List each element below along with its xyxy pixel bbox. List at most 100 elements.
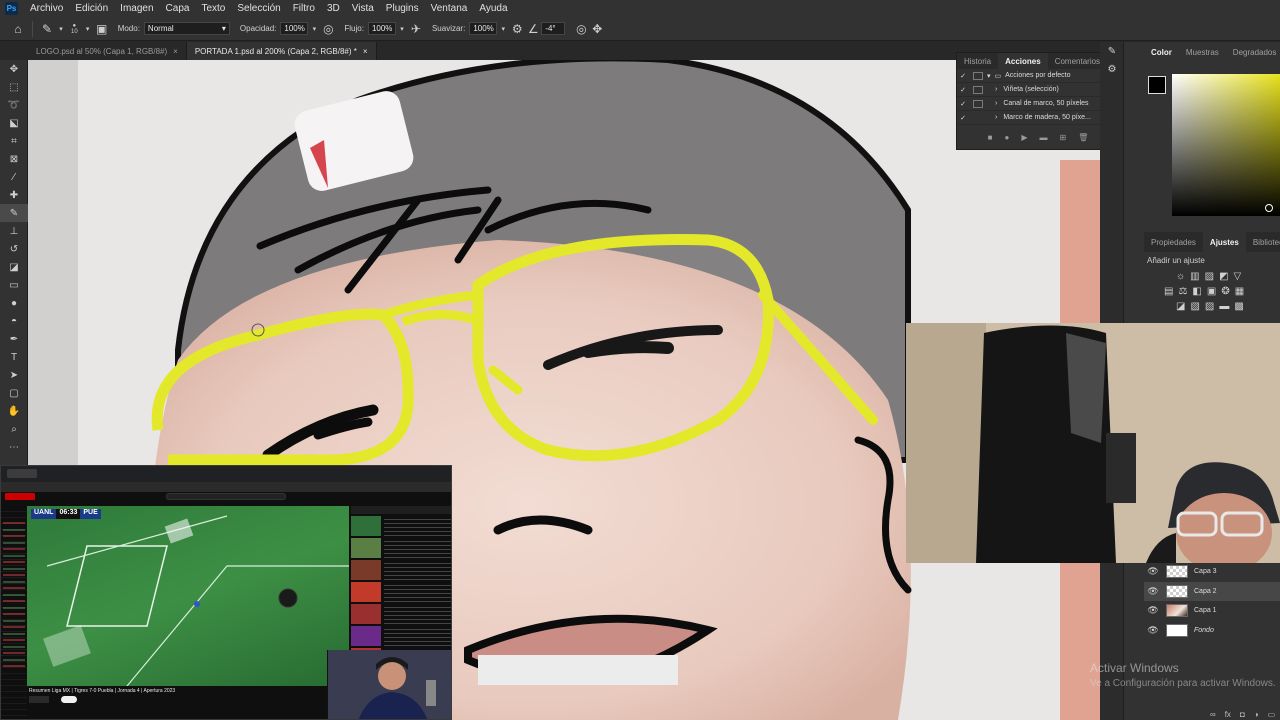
chevron-right-icon[interactable]: › [995, 100, 997, 107]
brush-settings-icon[interactable]: ▣ [94, 21, 110, 37]
tab-propiedades[interactable]: Propiedades [1144, 232, 1203, 252]
mode-select[interactable]: Normal ▾ [143, 22, 230, 35]
layer-row[interactable]: 👁 Fondo [1144, 621, 1280, 641]
smoothing-input[interactable]: 100% [469, 22, 498, 35]
adjustment-layer-icon[interactable]: ◑ [1254, 710, 1259, 719]
foreground-color-swatch[interactable] [1148, 76, 1166, 94]
group-icon[interactable]: ▭ [1268, 710, 1276, 719]
subscribe-button[interactable] [61, 696, 77, 703]
brush-size-preview[interactable]: ● 10 [71, 23, 78, 35]
record-icon[interactable]: ● [1004, 133, 1009, 142]
dialog-toggle-icon[interactable] [973, 99, 983, 108]
check-icon[interactable]: ✓ [957, 86, 969, 94]
stop-icon[interactable]: ■ [988, 133, 993, 142]
menu-plugins[interactable]: Plugins [380, 3, 425, 14]
posterize-icon[interactable]: ▧ [1190, 301, 1199, 312]
tab-ajustes[interactable]: Ajustes [1202, 232, 1246, 252]
tab-logo[interactable]: LOGO.psd al 50% (Capa 1, RGB/8#) × [28, 42, 187, 60]
chevron-down-icon[interactable]: ▾ [396, 21, 408, 37]
crop-tool-icon[interactable]: ⌗ [0, 132, 28, 150]
menu-vista[interactable]: Vista [346, 3, 380, 14]
video-player[interactable] [27, 506, 349, 687]
menu-3d[interactable]: 3D [321, 3, 346, 14]
menu-capa[interactable]: Capa [160, 3, 196, 14]
threshold-icon[interactable]: ▨ [1205, 301, 1214, 312]
eraser-tool-icon[interactable]: ◪ [0, 258, 28, 276]
invert-icon[interactable]: ◪ [1176, 301, 1185, 312]
levels-icon[interactable]: ▥ [1190, 271, 1199, 282]
curves-icon[interactable]: ▨ [1205, 271, 1214, 282]
frame-tool-icon[interactable]: ⊠ [0, 150, 28, 168]
action-row[interactable]: ✓ › Viñeta (selección) [957, 83, 1119, 97]
color-balance-icon[interactable]: ⚖ [1178, 286, 1187, 297]
angle-input[interactable]: -4° [541, 22, 566, 35]
path-select-tool-icon[interactable]: ➤ [0, 366, 28, 384]
pressure-opacity-icon[interactable]: ◎ [320, 21, 336, 37]
menu-imagen[interactable]: Imagen [114, 3, 159, 14]
type-tool-icon[interactable]: T [0, 348, 28, 366]
more-tools-icon[interactable]: ⋯ [0, 438, 28, 456]
hand-tool-icon[interactable]: ✋ [0, 402, 28, 420]
hue-saturation-icon[interactable]: ▤ [1164, 286, 1173, 297]
chevron-down-icon[interactable]: ▾ [82, 21, 94, 37]
layer-row[interactable]: 👁 Capa 2 [1144, 581, 1280, 601]
healing-brush-tool-icon[interactable]: ✚ [0, 186, 28, 204]
mask-icon[interactable]: ◘ [1240, 710, 1245, 719]
color-picker-handle[interactable] [1265, 204, 1273, 212]
eye-icon[interactable]: 👁 [1144, 586, 1162, 597]
home-icon[interactable]: ⌂ [10, 21, 26, 37]
tab-acciones[interactable]: Acciones [998, 53, 1048, 69]
chevron-down-icon[interactable]: ▾ [308, 21, 320, 37]
recommendation-item[interactable] [351, 538, 451, 558]
tab-muestras[interactable]: Muestras [1179, 42, 1226, 62]
recommendation-item[interactable] [351, 626, 451, 646]
check-icon[interactable]: ✓ [957, 100, 969, 108]
dialog-toggle-icon[interactable] [973, 71, 983, 80]
trash-icon[interactable]: 🗑 [1078, 133, 1088, 142]
action-set-row[interactable]: ✓ ▾ ▭ Acciones por defecto [957, 69, 1119, 83]
tab-comentarios[interactable]: Comentarios [1048, 53, 1107, 69]
brush-tool-icon[interactable]: ✎ [0, 204, 28, 222]
lasso-tool-icon[interactable]: ➰ [0, 96, 28, 114]
tab-degradados[interactable]: Degradados [1226, 42, 1280, 62]
chevron-down-icon[interactable]: ▾ [987, 72, 991, 80]
brush-tool-icon[interactable]: ✎ [39, 21, 55, 37]
gear-icon[interactable]: ⚙ [509, 21, 525, 37]
check-icon[interactable]: ✓ [957, 72, 969, 80]
eye-icon[interactable]: 👁 [1144, 566, 1162, 577]
photo-filter-icon[interactable]: ▣ [1207, 286, 1216, 297]
link-icon[interactable]: ∞ [1210, 710, 1216, 719]
pen-tool-icon[interactable]: ✒ [0, 330, 28, 348]
chevron-down-icon[interactable]: ▾ [497, 21, 509, 37]
history-brush-tool-icon[interactable]: ↺ [0, 240, 28, 258]
color-lookup-icon[interactable]: ▦ [1235, 286, 1244, 297]
new-set-icon[interactable]: ▬ [1039, 133, 1047, 142]
browser-address-bar[interactable] [1, 482, 451, 492]
action-row[interactable]: ✓ › Marco de madera, 50 píxe... [957, 111, 1119, 125]
airbrush-icon[interactable]: ✈ [408, 21, 424, 37]
clone-stamp-tool-icon[interactable]: ⊥ [0, 222, 28, 240]
youtube-search-input[interactable] [166, 493, 286, 500]
menu-archivo[interactable]: Archivo [24, 3, 69, 14]
layer-row[interactable]: 👁 Capa 3 [1144, 562, 1280, 582]
move-tool-icon[interactable]: ✥ [0, 60, 28, 78]
zoom-tool-icon[interactable]: ⌕ [0, 420, 28, 438]
tab-portada[interactable]: PORTADA 1.psd al 200% (Capa 2, RGB/8#) *… [186, 42, 377, 60]
eye-icon[interactable]: 👁 [1144, 605, 1162, 616]
menu-filtro[interactable]: Filtro [287, 3, 321, 14]
gradient-tool-icon[interactable]: ▭ [0, 276, 28, 294]
rectangle-tool-icon[interactable]: ▢ [0, 384, 28, 402]
recommendation-item[interactable] [351, 560, 451, 580]
youtube-logo[interactable] [5, 493, 35, 500]
exposure-icon[interactable]: ◩ [1219, 271, 1228, 282]
close-icon[interactable]: × [363, 47, 368, 56]
gradient-map-icon[interactable]: ▬ [1219, 301, 1229, 312]
brush-preset-picker[interactable]: ▾ [55, 21, 67, 37]
properties-icon[interactable]: ⚙ [1100, 60, 1124, 78]
color-picker-field[interactable] [1172, 74, 1280, 216]
recommendation-item[interactable] [351, 582, 451, 602]
menu-ayuda[interactable]: Ayuda [473, 3, 513, 14]
vibrance-icon[interactable]: ▽ [1234, 271, 1242, 282]
recommendation-chips[interactable] [351, 506, 451, 514]
marquee-tool-icon[interactable]: ⬚ [0, 78, 28, 96]
